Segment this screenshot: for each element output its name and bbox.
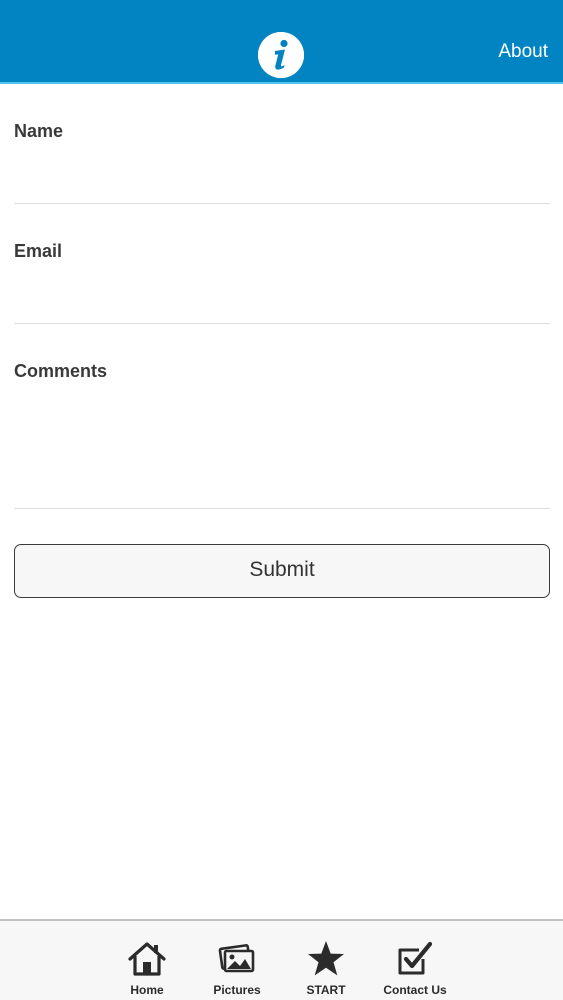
tab-contact-us[interactable]: Contact Us <box>370 939 460 999</box>
bottom-tab-bar: Home Pictures START Contact Us <box>0 919 563 1000</box>
tab-home[interactable]: Home <box>102 939 192 999</box>
tab-home-label: Home <box>130 983 164 997</box>
email-label: Email <box>14 241 63 261</box>
comments-label: Comments <box>14 361 108 381</box>
tab-pictures[interactable]: Pictures <box>192 939 282 999</box>
email-field-group: Email <box>14 222 550 324</box>
name-label: Name <box>14 121 64 141</box>
comments-field-group: Comments <box>14 342 550 510</box>
info-icon[interactable] <box>258 32 304 78</box>
comments-textarea[interactable] <box>14 382 550 510</box>
about-link[interactable]: About <box>498 40 548 64</box>
tab-pictures-label: Pictures <box>213 983 261 997</box>
contact-check-icon <box>395 939 435 979</box>
tab-start[interactable]: START <box>281 939 371 999</box>
header-bar: About <box>0 0 563 84</box>
submit-button[interactable]: Submit <box>14 544 550 598</box>
tab-start-label: START <box>306 983 346 997</box>
tab-contact-us-label: Contact Us <box>383 983 447 997</box>
name-input[interactable] <box>14 142 550 204</box>
pictures-icon <box>217 939 257 979</box>
name-field-group: Name <box>14 102 550 204</box>
app-screen: About Name Email Comments Submit Home Pi… <box>0 0 563 1000</box>
star-icon <box>306 939 346 979</box>
email-input[interactable] <box>14 262 550 324</box>
home-icon <box>127 939 167 979</box>
